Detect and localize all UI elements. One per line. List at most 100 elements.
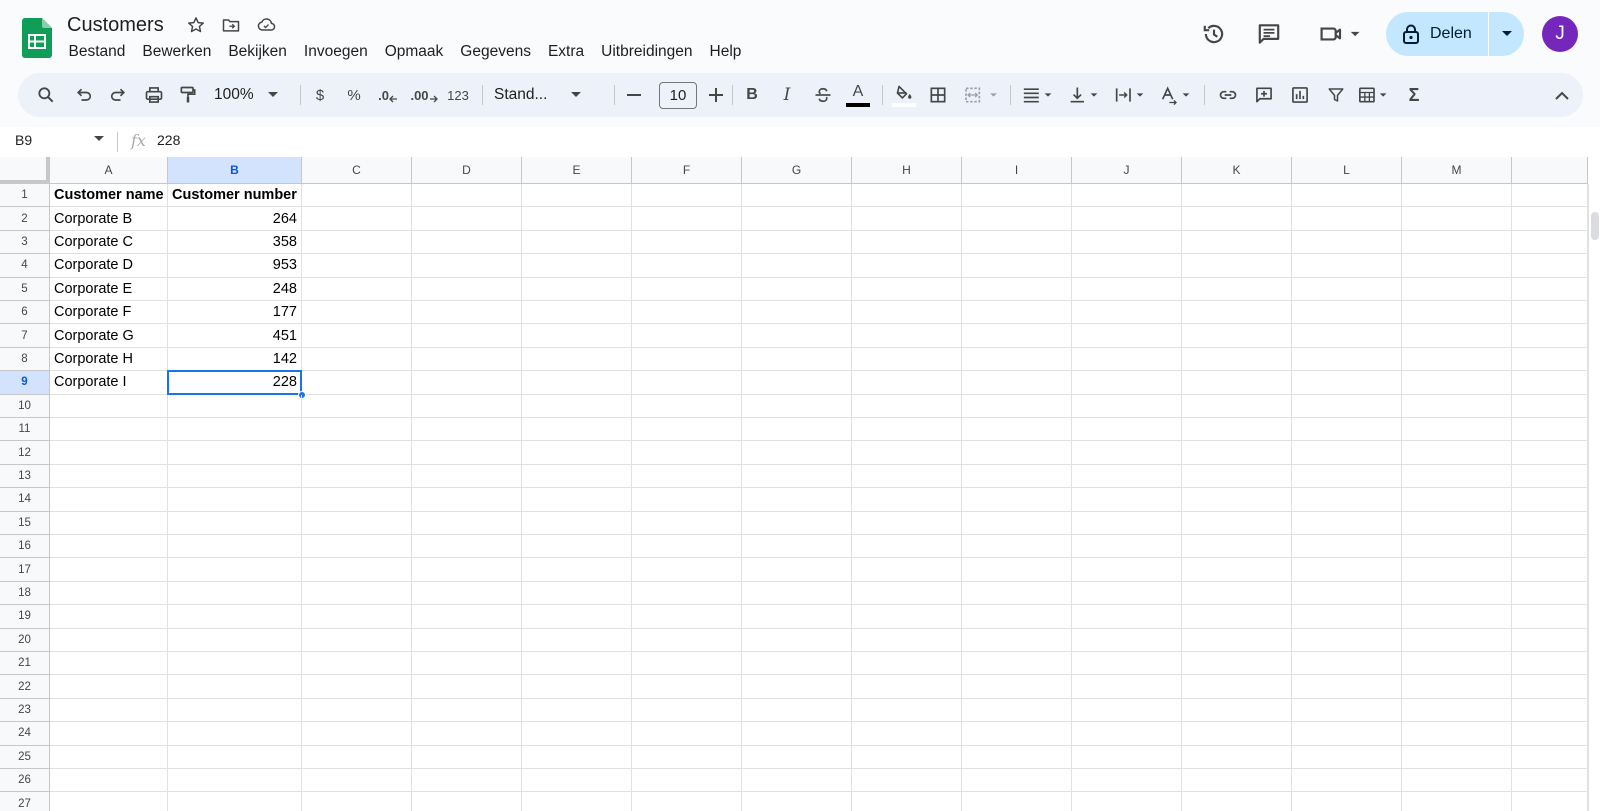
cell[interactable]	[302, 698, 412, 723]
cell[interactable]	[1292, 769, 1402, 793]
row-header[interactable]: 20	[0, 628, 50, 652]
cell[interactable]: Corporate I	[50, 371, 168, 395]
merge-cells-icon[interactable]	[960, 81, 1002, 109]
cell[interactable]	[50, 394, 168, 418]
comments-icon[interactable]	[1255, 20, 1283, 48]
cell[interactable]	[522, 698, 632, 723]
cell[interactable]	[1182, 347, 1292, 372]
cell[interactable]	[1072, 277, 1182, 301]
cell[interactable]	[1292, 792, 1402, 811]
currency-format-button[interactable]: $	[308, 81, 332, 109]
cell[interactable]	[1512, 628, 1588, 652]
cell[interactable]: Corporate C	[50, 230, 168, 255]
cell[interactable]	[168, 441, 302, 465]
cell[interactable]	[962, 230, 1072, 255]
column-header-h[interactable]: H	[852, 157, 962, 184]
cell[interactable]	[742, 558, 852, 582]
cell[interactable]	[1292, 324, 1402, 348]
cell[interactable]	[962, 488, 1072, 512]
cell[interactable]	[962, 511, 1072, 535]
cell[interactable]	[1182, 301, 1292, 325]
decrease-decimal-button[interactable]: .0	[374, 81, 402, 109]
cell[interactable]	[1402, 652, 1512, 676]
cell[interactable]: 264	[168, 207, 302, 231]
cell[interactable]	[632, 675, 742, 699]
cell[interactable]	[1292, 184, 1402, 208]
table-view-icon[interactable]	[1354, 81, 1394, 109]
row-header[interactable]: 8	[0, 347, 50, 372]
row-header[interactable]: 10	[0, 394, 50, 418]
paint-format-icon[interactable]	[176, 81, 200, 109]
cloud-saved-icon[interactable]	[254, 13, 278, 37]
cell[interactable]	[632, 324, 742, 348]
cell[interactable]	[1402, 230, 1512, 255]
cell[interactable]: Customer name	[50, 184, 168, 208]
cell[interactable]: 142	[168, 347, 302, 372]
cell[interactable]	[1182, 605, 1292, 629]
cell[interactable]: 358	[168, 230, 302, 255]
cell[interactable]	[302, 371, 412, 395]
cell[interactable]	[1182, 675, 1292, 699]
cell[interactable]	[302, 254, 412, 278]
cell[interactable]	[742, 418, 852, 442]
cell[interactable]	[852, 394, 962, 418]
cell[interactable]	[1292, 347, 1402, 372]
cell[interactable]	[50, 792, 168, 811]
cell[interactable]	[1292, 652, 1402, 676]
cell[interactable]	[302, 230, 412, 255]
cell[interactable]	[852, 769, 962, 793]
cell[interactable]	[1402, 301, 1512, 325]
cell[interactable]	[50, 675, 168, 699]
cell[interactable]	[412, 441, 522, 465]
cell[interactable]	[632, 441, 742, 465]
menu-data[interactable]: Gegevens	[452, 41, 540, 63]
cell[interactable]	[1402, 184, 1512, 208]
cell[interactable]	[962, 394, 1072, 418]
cell[interactable]	[522, 722, 632, 746]
cell[interactable]	[632, 581, 742, 606]
insert-comment-icon[interactable]	[1250, 81, 1278, 109]
font-size-input[interactable]: 10	[659, 82, 697, 109]
document-title[interactable]: Customers	[67, 14, 164, 37]
cell[interactable]	[1402, 792, 1512, 811]
cell[interactable]	[742, 277, 852, 301]
cell[interactable]	[852, 418, 962, 442]
cell[interactable]	[1072, 464, 1182, 489]
cell[interactable]	[1072, 371, 1182, 395]
cell[interactable]	[412, 628, 522, 652]
cell[interactable]	[1292, 394, 1402, 418]
cell[interactable]	[1512, 558, 1588, 582]
cell[interactable]	[1182, 558, 1292, 582]
column-header-m[interactable]: M	[1402, 157, 1512, 184]
menu-edit[interactable]: Bewerken	[134, 41, 220, 63]
cell[interactable]	[1072, 792, 1182, 811]
column-header-d[interactable]: D	[412, 157, 522, 184]
cell[interactable]	[1292, 698, 1402, 723]
cell[interactable]	[412, 558, 522, 582]
cell[interactable]: Corporate F	[50, 301, 168, 325]
cell[interactable]	[412, 301, 522, 325]
row-header[interactable]: 17	[0, 558, 50, 582]
cell[interactable]	[302, 324, 412, 348]
cell[interactable]	[1512, 254, 1588, 278]
row-header[interactable]: 21	[0, 652, 50, 676]
cell[interactable]	[1402, 769, 1512, 793]
cell[interactable]	[412, 488, 522, 512]
row-header[interactable]: 6	[0, 301, 50, 325]
row-header[interactable]: 27	[0, 792, 50, 811]
cell[interactable]	[1182, 371, 1292, 395]
redo-icon[interactable]	[106, 81, 130, 109]
cell[interactable]	[50, 464, 168, 489]
cell[interactable]	[1512, 418, 1588, 442]
cell[interactable]	[1292, 558, 1402, 582]
cell[interactable]	[1182, 722, 1292, 746]
cell[interactable]	[962, 441, 1072, 465]
cell[interactable]	[1182, 698, 1292, 723]
cell[interactable]	[1512, 301, 1588, 325]
menu-format[interactable]: Opmaak	[376, 41, 452, 63]
cell[interactable]	[1292, 511, 1402, 535]
cell[interactable]	[1072, 207, 1182, 231]
cell[interactable]	[522, 230, 632, 255]
cell[interactable]	[168, 581, 302, 606]
cell[interactable]	[50, 605, 168, 629]
